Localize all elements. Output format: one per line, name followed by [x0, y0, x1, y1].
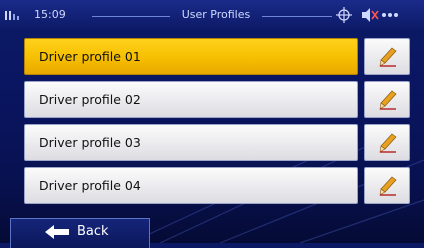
profile-row-02[interactable]: Driver profile 02: [24, 81, 358, 118]
pencil-icon: [379, 133, 397, 153]
profile-label: Driver profile 04: [39, 178, 141, 193]
profile-row-01[interactable]: Driver profile 01: [24, 38, 358, 75]
profile-label: Driver profile 03: [39, 135, 141, 150]
signal-bars-icon: [5, 11, 19, 20]
status-divider-left: [92, 16, 170, 17]
arrow-left-icon: [45, 225, 69, 239]
status-divider-right: [262, 16, 332, 17]
speaker-mute-icon: [362, 8, 379, 22]
edit-profile-04-button[interactable]: [364, 167, 410, 204]
profile-row-03[interactable]: Driver profile 03: [24, 124, 358, 161]
profile-label: Driver profile 01: [39, 49, 141, 64]
pencil-icon: [379, 47, 397, 67]
gps-icon: [336, 7, 352, 23]
back-label: Back: [77, 224, 109, 239]
page-title: User Profiles: [181, 8, 251, 21]
menu-dots-icon: [382, 13, 398, 17]
pencil-icon: [379, 90, 397, 110]
pencil-icon: [379, 176, 397, 196]
edit-profile-03-button[interactable]: [364, 124, 410, 161]
profile-row-04[interactable]: Driver profile 04: [24, 167, 358, 204]
background-streaks: [129, 139, 424, 243]
status-icons: [336, 7, 398, 23]
status-bar: 15:09 User Profiles: [0, 0, 424, 30]
edit-profile-01-button[interactable]: [364, 38, 410, 75]
clock-time: 15:09: [34, 8, 66, 21]
profile-label: Driver profile 02: [39, 92, 141, 107]
back-button[interactable]: Back: [10, 218, 150, 248]
edit-profile-02-button[interactable]: [364, 81, 410, 118]
